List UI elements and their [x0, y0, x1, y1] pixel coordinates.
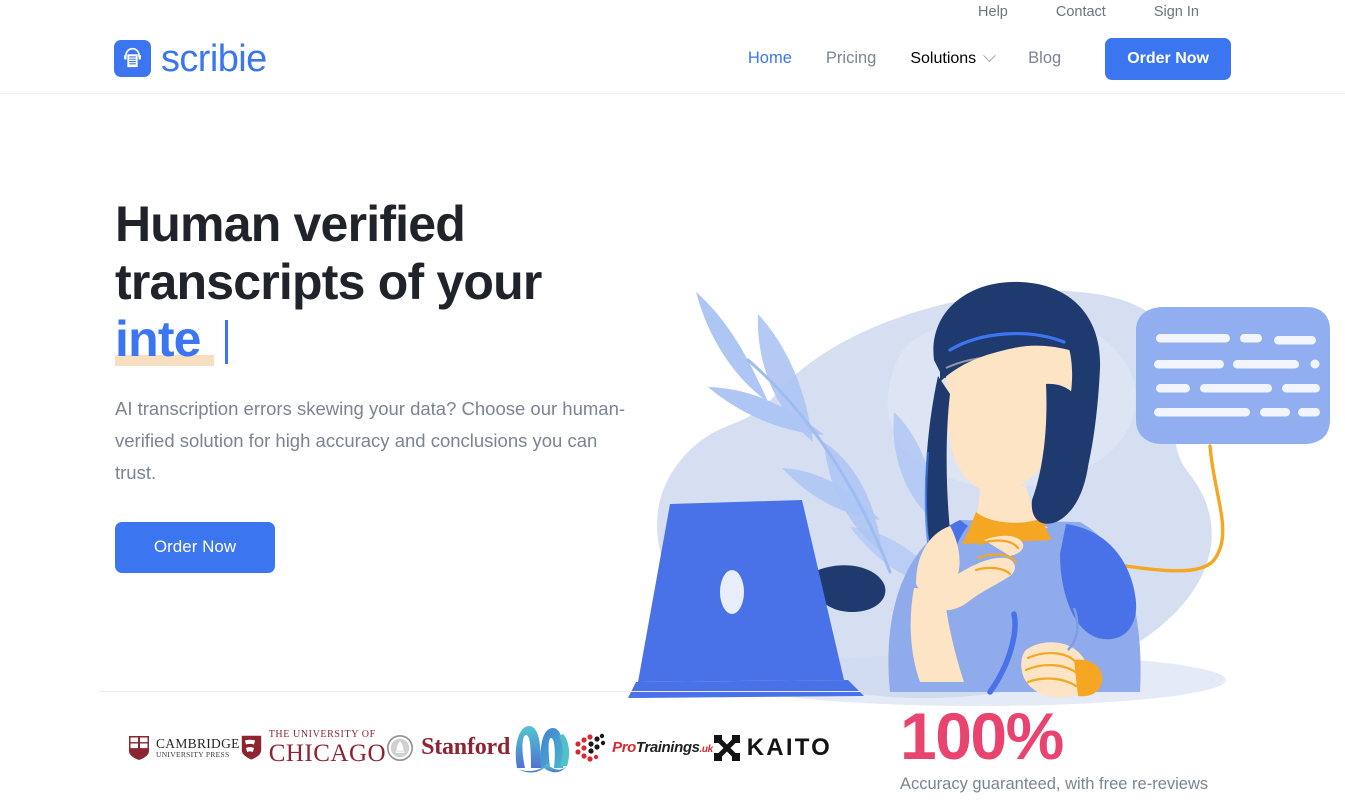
protrainings-uk: .uk	[699, 744, 714, 755]
hero-typed-word-wrap: inte	[115, 311, 228, 369]
utility-link-signin[interactable]: Sign In	[1154, 5, 1199, 20]
utility-link-contact[interactable]: Contact	[1056, 5, 1106, 20]
stanford-seal-icon	[387, 734, 414, 761]
main-navigation: Home Pricing Solutions Blog Order Now	[748, 37, 1231, 80]
client-logo-cambridge: CAMBRIDGE UNIVERSITY PRESS	[128, 723, 240, 773]
cambridge-line-1: CAMBRIDGE	[156, 735, 240, 751]
accuracy-stat: 100% Accuracy guaranteed, with free re-r…	[900, 691, 1208, 803]
nav-item-home[interactable]: Home	[748, 50, 792, 67]
client-logo-chicago: THE UNIVERSITY OF CHICAGO	[241, 723, 386, 773]
hero-title-line-2: transcripts of your	[115, 253, 542, 310]
wave-ribbon-logo-icon	[515, 725, 570, 772]
client-logos: CAMBRIDGE UNIVERSITY PRESS THE UNIVERSIT…	[100, 691, 860, 803]
chicago-crest-icon	[241, 735, 261, 760]
client-logo-kaito: KAITO	[713, 723, 832, 773]
chicago-line-2: CHICAGO	[268, 739, 387, 767]
hero-title: Human verified transcripts of your inte	[115, 196, 655, 369]
kaito-mark-icon	[713, 734, 740, 761]
brand-name: scribie	[161, 37, 267, 80]
nav-item-solutions-label: Solutions	[910, 49, 977, 67]
document-headphones-icon	[114, 40, 151, 77]
woman-at-laptop-with-speech-bubble-illustration	[628, 272, 1334, 737]
nav-item-pricing[interactable]: Pricing	[826, 50, 876, 67]
client-logo-stanford: Stanford	[387, 723, 510, 773]
protrainings-trainings: Trainings	[635, 739, 700, 756]
kaito-wordmark: KAITO	[746, 733, 832, 761]
client-logo-protrainings: ProTrainings.uk	[574, 723, 713, 773]
site-header: scribie Home Pricing Solutions Blog Orde…	[0, 24, 1345, 94]
hero-section: Human verified transcripts of your inte …	[0, 94, 1345, 706]
utility-link-help[interactable]: Help	[978, 5, 1008, 20]
hero-subtitle: AI transcription errors skewing your dat…	[115, 397, 626, 483]
hero-copy: Human verified transcripts of your inte …	[115, 94, 655, 691]
stanford-wordmark: Stanford	[421, 734, 511, 760]
brand-logo[interactable]: scribie	[114, 40, 267, 78]
accuracy-stat-label: Accuracy guaranteed, with free re-review…	[900, 775, 1209, 794]
cambridge-line-2: UNIVERSITY PRESS	[156, 749, 230, 759]
utility-bar: Help Contact Sign In	[0, 0, 1345, 24]
protrainings-pro: Pro	[612, 739, 636, 756]
typing-caret-icon	[224, 320, 228, 364]
hero-typed-word: inte	[115, 311, 202, 367]
chicago-line-1: THE UNIVERSITY OF	[268, 728, 376, 740]
accuracy-stat-number: 100%	[900, 699, 1064, 773]
nav-item-blog[interactable]: Blog	[1028, 50, 1061, 67]
header-order-now-button[interactable]: Order Now	[1105, 37, 1231, 80]
client-logo-wave	[511, 723, 573, 773]
bottom-strip: CAMBRIDGE UNIVERSITY PRESS THE UNIVERSIT…	[0, 691, 1345, 803]
nav-item-solutions[interactable]: Solutions	[910, 49, 997, 68]
protrainings-dots-icon	[575, 733, 606, 762]
hero-title-line-1: Human verified	[115, 196, 466, 252]
cambridge-crest-icon	[129, 735, 149, 760]
chevron-down-icon	[983, 49, 997, 63]
hero-order-now-button[interactable]: Order Now	[115, 521, 275, 573]
